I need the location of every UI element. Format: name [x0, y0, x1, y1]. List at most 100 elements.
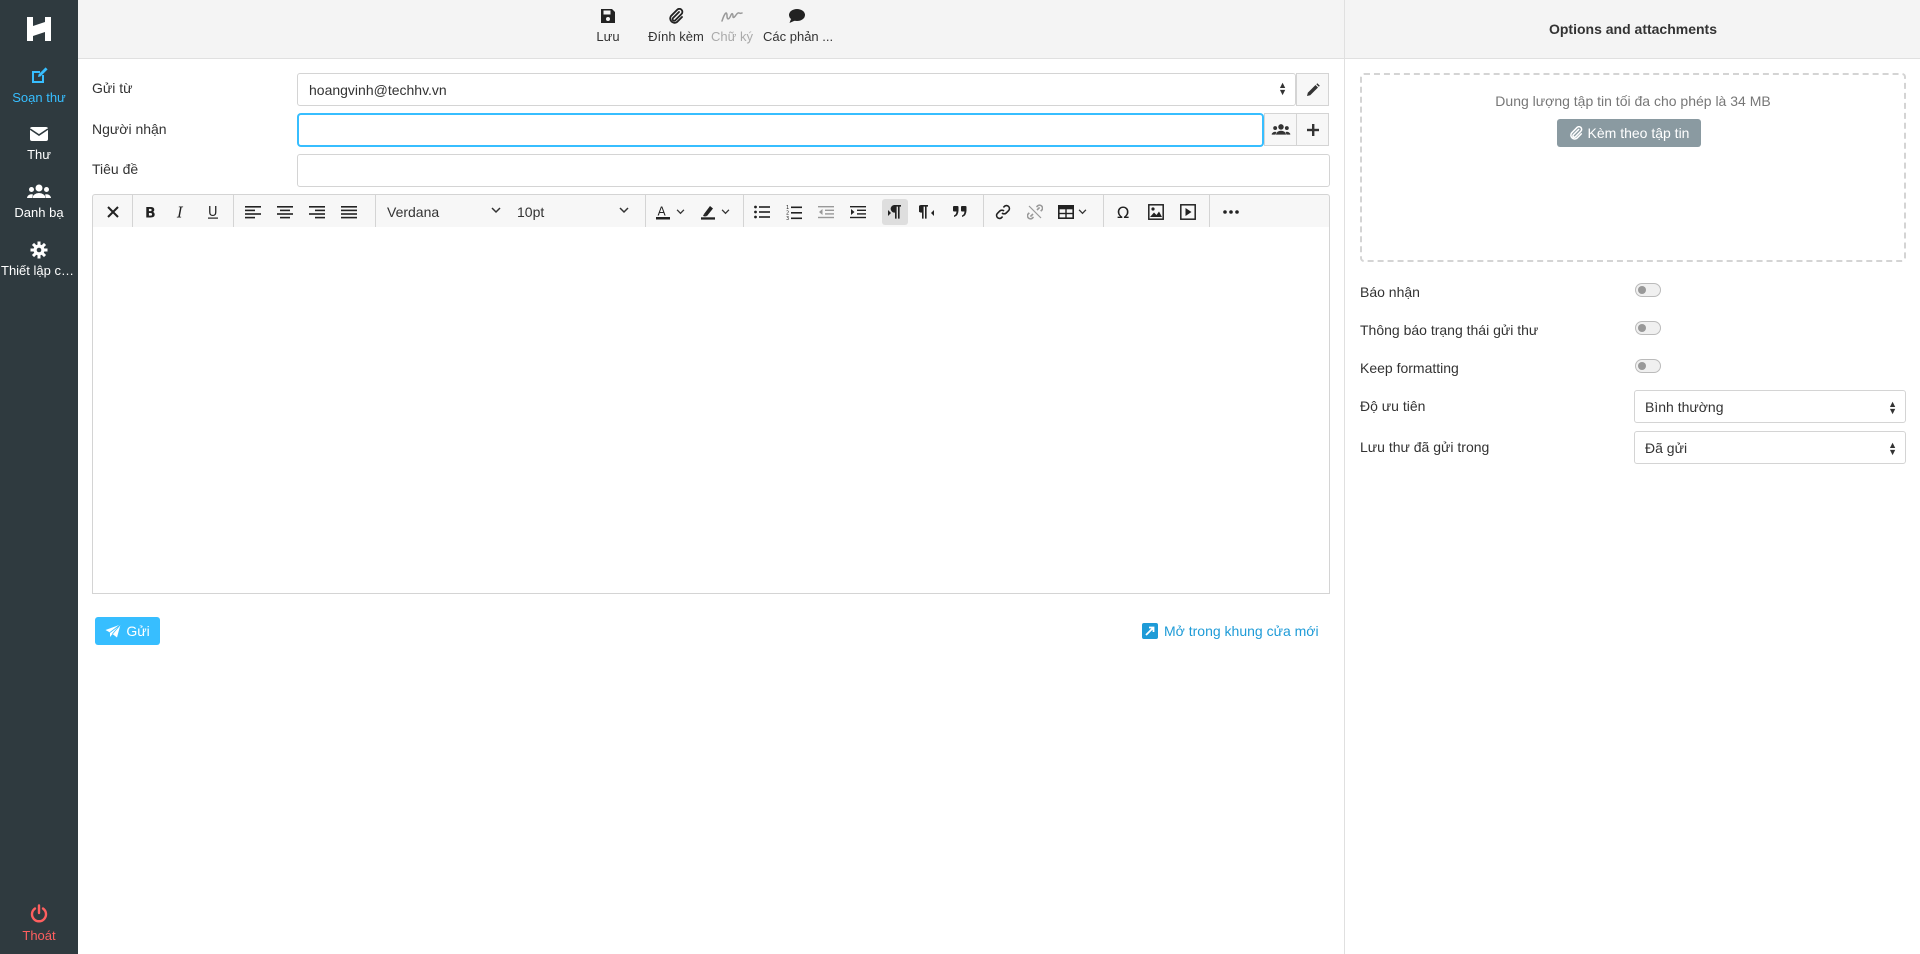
return-receipt-toggle[interactable]: [1635, 283, 1661, 297]
separator: [1103, 195, 1104, 227]
send-button[interactable]: Gửi: [95, 617, 160, 645]
align-center-button[interactable]: [272, 199, 298, 225]
priority-value: Bình thường: [1645, 398, 1724, 415]
recipient-input[interactable]: [298, 114, 1263, 146]
subject-input[interactable]: [297, 154, 1330, 187]
save-sent-select[interactable]: Đã gửi ▲ ▼: [1634, 431, 1906, 464]
add-header-button[interactable]: [1296, 113, 1329, 146]
updown-icon: ▲ ▼: [1278, 80, 1287, 97]
indent-button[interactable]: [845, 199, 871, 225]
bullet-list-button[interactable]: [749, 199, 775, 225]
underline-button[interactable]: U: [200, 199, 226, 225]
sidebar-item-label: Danh bạ: [14, 205, 64, 220]
sidebar-item-contacts[interactable]: Danh bạ: [0, 183, 78, 220]
font-family-select[interactable]: Verdana: [383, 199, 507, 225]
italic-button[interactable]: I: [168, 199, 194, 225]
responses-button[interactable]: Các phản ...: [763, 8, 834, 44]
text-color-button[interactable]: A: [652, 199, 692, 225]
chevron-down-icon: [619, 207, 629, 214]
delivery-status-toggle[interactable]: [1635, 321, 1661, 335]
highlight-color-button[interactable]: [697, 199, 737, 225]
from-select[interactable]: hoangvinh@techhv.vn ▲ ▼: [297, 73, 1296, 106]
editor-toolbar: B I U Verdana 10pt A 123 Ω: [92, 194, 1330, 228]
align-justify-button[interactable]: [336, 199, 362, 225]
return-receipt-label: Báo nhận: [1360, 284, 1420, 300]
media-icon: [1180, 204, 1196, 220]
attach-file-label: Kèm theo tập tin: [1587, 125, 1690, 141]
editor-body[interactable]: [92, 227, 1330, 594]
open-new-window-label: Mở trong khung cửa mới: [1164, 623, 1319, 639]
font-size-select[interactable]: 10pt: [513, 199, 635, 225]
paper-plane-icon: [105, 624, 122, 638]
clear-format-button[interactable]: [100, 199, 126, 225]
separator: [233, 195, 234, 227]
svg-text:B: B: [145, 206, 156, 220]
attachment-dropzone[interactable]: Dung lượng tập tin tối đa cho phép là 34…: [1360, 73, 1906, 262]
keep-formatting-toggle[interactable]: [1635, 359, 1661, 373]
insert-image-button[interactable]: [1143, 199, 1169, 225]
max-size-text: Dung lượng tập tin tối đa cho phép là 34…: [1495, 93, 1771, 109]
svg-text:A: A: [658, 205, 667, 219]
responses-label: Các phản ...: [763, 29, 834, 44]
bullet-list-icon: [754, 205, 770, 219]
save-sent-label: Lưu thư đã gửi trong: [1360, 439, 1490, 455]
table-button[interactable]: [1054, 199, 1094, 225]
numbered-list-button[interactable]: 123: [781, 199, 807, 225]
from-value: hoangvinh@techhv.vn: [309, 81, 447, 98]
bold-button[interactable]: B: [137, 199, 163, 225]
open-new-window-link[interactable]: Mở trong khung cửa mới: [1142, 623, 1319, 639]
outdent-button[interactable]: [813, 199, 839, 225]
bold-icon: B: [145, 206, 156, 220]
compose-toolbar: Lưu Đính kèm Chữ ký Các phản ...: [78, 0, 1344, 59]
keep-formatting-label: Keep formatting: [1360, 360, 1459, 376]
insert-link-button[interactable]: [990, 199, 1016, 225]
close-icon: [107, 206, 119, 218]
separator: [983, 195, 984, 227]
align-justify-icon: [341, 206, 357, 219]
logo[interactable]: [24, 14, 54, 44]
table-icon: [1058, 205, 1074, 219]
signature-icon: [721, 12, 743, 22]
sidebar-item-mail[interactable]: Thư: [0, 125, 78, 162]
sidebar-item-settings[interactable]: Thiết lập cấ...: [0, 241, 78, 278]
priority-select[interactable]: Bình thường ▲ ▼: [1634, 390, 1906, 423]
chevron-down-icon: [491, 207, 501, 214]
sidebar: Soạn thư Thư Danh bạ Thiết lập cấ... Tho…: [0, 0, 78, 954]
insert-media-button[interactable]: [1175, 199, 1201, 225]
priority-label: Độ ưu tiên: [1360, 398, 1426, 414]
sidebar-item-compose[interactable]: Soạn thư: [0, 66, 78, 105]
edit-identity-button[interactable]: [1296, 73, 1329, 106]
attach-file-button[interactable]: Kèm theo tập tin: [1557, 119, 1701, 147]
align-right-button[interactable]: [304, 199, 330, 225]
to-label: Người nhận: [92, 121, 167, 137]
italic-icon: I: [176, 205, 184, 219]
unlink-button[interactable]: [1022, 199, 1048, 225]
separator: [1209, 195, 1210, 227]
rtl-button[interactable]: [914, 199, 940, 225]
send-label: Gửi: [126, 623, 150, 639]
sidebar-item-label: Thiết lập cấ...: [1, 263, 78, 278]
separator: [375, 195, 376, 227]
align-left-button[interactable]: [240, 199, 266, 225]
align-center-icon: [277, 206, 293, 219]
link-icon: [995, 204, 1011, 220]
ltr-button[interactable]: [882, 199, 908, 225]
toggle-knob: [1638, 286, 1646, 294]
blockquote-button[interactable]: [947, 199, 973, 225]
attach-button[interactable]: Đính kèm: [646, 8, 706, 44]
logout-label: Thoát: [22, 928, 56, 943]
compose-icon: [32, 67, 48, 83]
save-button[interactable]: Lưu: [591, 8, 625, 44]
logout-button[interactable]: Thoát: [0, 904, 78, 943]
separator: [132, 195, 133, 227]
separator: [743, 195, 744, 227]
special-char-button[interactable]: Ω: [1111, 199, 1137, 225]
chevron-down-icon: [721, 209, 730, 215]
paperclip-icon: [669, 8, 684, 24]
address-book-button[interactable]: [1264, 113, 1297, 146]
more-options-button[interactable]: [1216, 199, 1246, 225]
rtl-icon: [919, 205, 934, 219]
text-color-icon: A: [656, 205, 670, 220]
ltr-icon: [888, 205, 901, 219]
signature-button[interactable]: Chữ ký: [710, 8, 754, 44]
